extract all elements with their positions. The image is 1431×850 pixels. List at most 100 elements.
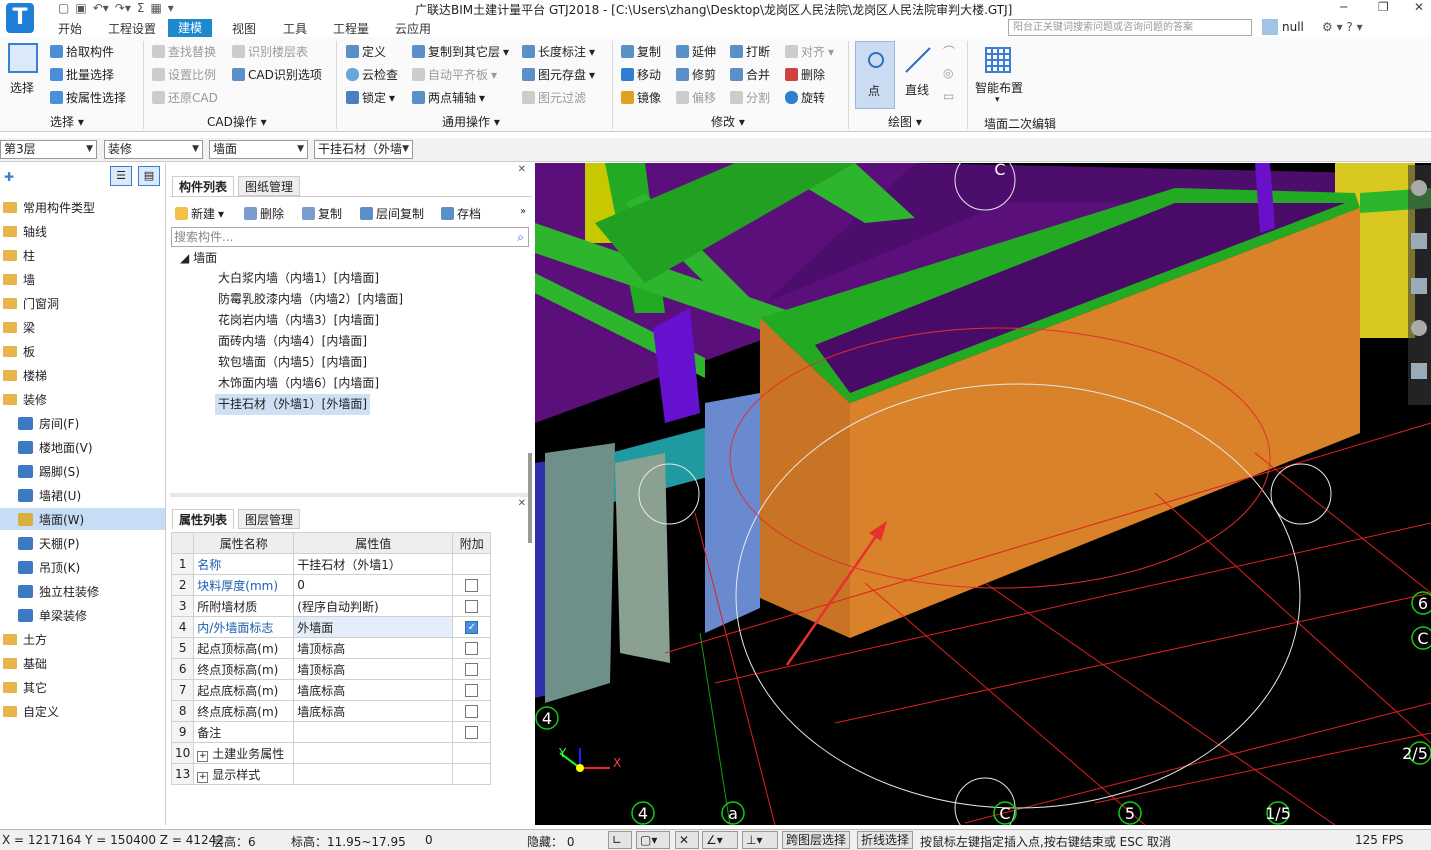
save-icon[interactable]: ▣ — [75, 1, 86, 17]
close-button[interactable]: ✕ — [1414, 0, 1424, 14]
settings-icon[interactable]: ⚙ ▾ ? ▾ — [1322, 20, 1363, 34]
extra-checkbox[interactable] — [465, 705, 479, 718]
3d-viewport[interactable]: 4 a C 5 1/5 6 C 2/5 4 C X Y — [535, 163, 1431, 825]
component-item[interactable]: 花岗岩内墙（内墙3）[内墙面] — [215, 310, 382, 331]
expand-icon[interactable]: + — [197, 750, 209, 762]
tab-modeling[interactable]: 建模 — [168, 19, 213, 37]
search-icon[interactable]: ⌕ — [517, 228, 524, 246]
angle-toggle[interactable]: ∠▾ — [702, 831, 738, 849]
category-select[interactable]: 装修 ▼ — [104, 140, 203, 159]
undo-icon[interactable]: ↶▾ — [93, 1, 109, 17]
type-select[interactable]: 墙面 ▼ — [209, 140, 308, 159]
save-element-button[interactable]: 图元存盘 ▾ — [522, 66, 595, 83]
extra-checkbox[interactable] — [465, 726, 479, 739]
component-item-selected[interactable]: 干挂石材（外墙1）[外墙面] — [215, 394, 370, 415]
restore-cad-button[interactable]: 还原CAD — [152, 89, 218, 106]
lock-button[interactable]: 锁定 ▾ — [346, 89, 395, 106]
detail-view-icon[interactable]: ▤ — [138, 166, 160, 186]
property-extra[interactable]: ✓ — [452, 616, 492, 638]
property-row[interactable]: 10 + 土建业务属性 — [170, 742, 492, 764]
list-view-icon[interactable]: ☰ — [110, 166, 132, 186]
rectangle-icon[interactable]: ▭ — [943, 89, 954, 103]
property-row[interactable]: 3 所附墙材质 (程序自动判断) — [170, 595, 492, 617]
help-search-input[interactable]: 阳台正关键词搜索问题或咨询问题的答案 — [1008, 19, 1252, 36]
ortho-toggle[interactable]: ∟ — [608, 831, 632, 849]
tree-item-beam[interactable]: 梁 — [0, 316, 35, 338]
component-item[interactable]: 大白浆内墙（内墙1）[内墙面] — [215, 268, 382, 289]
tree-item-column[interactable]: 柱 — [0, 244, 35, 266]
align-button[interactable]: 对齐 ▾ — [785, 43, 834, 60]
extra-checkbox[interactable] — [465, 600, 479, 613]
merge-button[interactable]: 合并 — [730, 66, 770, 83]
rotate-button[interactable]: 旋转 — [785, 89, 825, 106]
property-extra[interactable] — [452, 658, 492, 680]
expand-icon[interactable]: + — [197, 771, 209, 783]
extra-checkbox[interactable] — [465, 663, 479, 676]
identify-floor-table-button[interactable]: 识别楼层表 — [232, 43, 308, 60]
property-row[interactable]: 8 终点底标高(m) 墙底标高 — [170, 700, 492, 722]
snap-toggle[interactable]: ▢▾ — [636, 831, 670, 849]
property-value[interactable]: (程序自动判断) — [293, 595, 454, 617]
property-row[interactable]: 13 + 显示样式 — [170, 763, 492, 785]
tree-item-room[interactable]: 房间(F) — [0, 412, 79, 434]
extra-checkbox[interactable] — [465, 684, 479, 697]
tab-quantities[interactable]: 工程量 — [333, 20, 369, 37]
tree-item-custom[interactable]: 自定义 — [0, 700, 59, 722]
cad-options-button[interactable]: CAD识别选项 — [232, 66, 322, 83]
component-item[interactable]: 软包墙面（内墙5）[内墙面] — [215, 352, 370, 373]
select-button[interactable]: 选择 — [10, 79, 34, 96]
component-item[interactable]: 木饰面内墙（内墙6）[内墙面] — [215, 373, 382, 394]
tree-item-beam-finish[interactable]: 单梁装修 — [0, 604, 87, 626]
more-icon[interactable]: ▾ — [168, 1, 174, 17]
open-icon[interactable]: ▢ — [58, 1, 69, 17]
tree-item-dado[interactable]: 墙裙(U) — [0, 484, 81, 506]
tab-property-list[interactable]: 属性列表 — [172, 509, 235, 529]
define-button[interactable]: 定义 — [346, 43, 386, 60]
property-value[interactable] — [293, 742, 454, 764]
sum-icon[interactable]: Σ — [137, 1, 145, 17]
component-select[interactable]: 干挂石材（外墙 ▼ — [314, 140, 413, 159]
property-row[interactable]: 1 名称 干挂石材（外墙1） — [170, 553, 492, 575]
tree-item-skirting[interactable]: 踢脚(S) — [0, 460, 80, 482]
move-button[interactable]: 移动 — [621, 66, 661, 83]
find-replace-button[interactable]: 查找替换 — [152, 43, 216, 60]
cloud-check-button[interactable]: 云检查 — [346, 66, 398, 83]
property-row[interactable]: 6 终点顶标高(m) 墙顶标高 — [170, 658, 492, 680]
batch-select-button[interactable]: 批量选择 — [50, 66, 114, 83]
property-value[interactable]: 干挂石材（外墙1） — [293, 553, 454, 575]
polyline-select-button[interactable]: 折线选择 — [857, 831, 914, 849]
property-row[interactable]: 9 备注 — [170, 721, 492, 743]
tree-item-suspended-ceiling[interactable]: 吊顶(K) — [0, 556, 80, 578]
property-value[interactable]: 0 — [293, 574, 454, 596]
tree-item-column-finish[interactable]: 独立柱装修 — [0, 580, 99, 602]
close-icon[interactable]: ✕ — [518, 498, 526, 509]
component-item[interactable]: 防霉乳胶漆内墙（内墙2）[内墙面] — [215, 289, 406, 310]
tree-item-axis[interactable]: 轴线 — [0, 220, 47, 242]
property-value[interactable]: 墙底标高 — [293, 679, 454, 701]
tab-project-settings[interactable]: 工程设置 — [108, 20, 156, 37]
redo-icon[interactable]: ↷▾ — [115, 1, 131, 17]
group-select[interactable]: 选择 ▾ — [50, 113, 84, 130]
property-extra[interactable] — [452, 574, 492, 596]
user-icon[interactable] — [1262, 19, 1278, 35]
view-box-icon[interactable] — [1411, 278, 1427, 294]
tree-item-foundation[interactable]: 基础 — [0, 652, 47, 674]
panel-splitter[interactable] — [170, 493, 532, 497]
group-modify[interactable]: 修改 ▾ — [711, 113, 745, 130]
more-icon[interactable]: » — [520, 206, 526, 217]
tree-item-wall[interactable]: 墙 — [0, 268, 35, 290]
tree-item-floor-finish[interactable]: 楼地面(V) — [0, 436, 93, 458]
component-item[interactable]: 面砖内墙（内墙4）[内墙面] — [215, 331, 370, 352]
property-row[interactable]: 2 块料厚度(mm) 0 — [170, 574, 492, 596]
tab-drawing-management[interactable]: 图纸管理 — [238, 176, 301, 196]
tree-item-openings[interactable]: 门窗洞 — [0, 292, 59, 314]
cross-floor-copy-button[interactable]: 层间复制 — [360, 205, 424, 222]
tab-cloud[interactable]: 云应用 — [395, 20, 431, 37]
copy-component-button[interactable]: 复制 — [302, 205, 342, 222]
property-value[interactable] — [293, 721, 454, 743]
tree-root[interactable]: ◢ 墙面 — [180, 249, 217, 266]
length-dimension-button[interactable]: 长度标注 ▾ — [522, 43, 595, 60]
group-general[interactable]: 通用操作 ▾ — [442, 113, 500, 130]
view-layers-icon[interactable] — [1411, 363, 1427, 379]
property-row[interactable]: 5 起点顶标高(m) 墙顶标高 — [170, 637, 492, 659]
